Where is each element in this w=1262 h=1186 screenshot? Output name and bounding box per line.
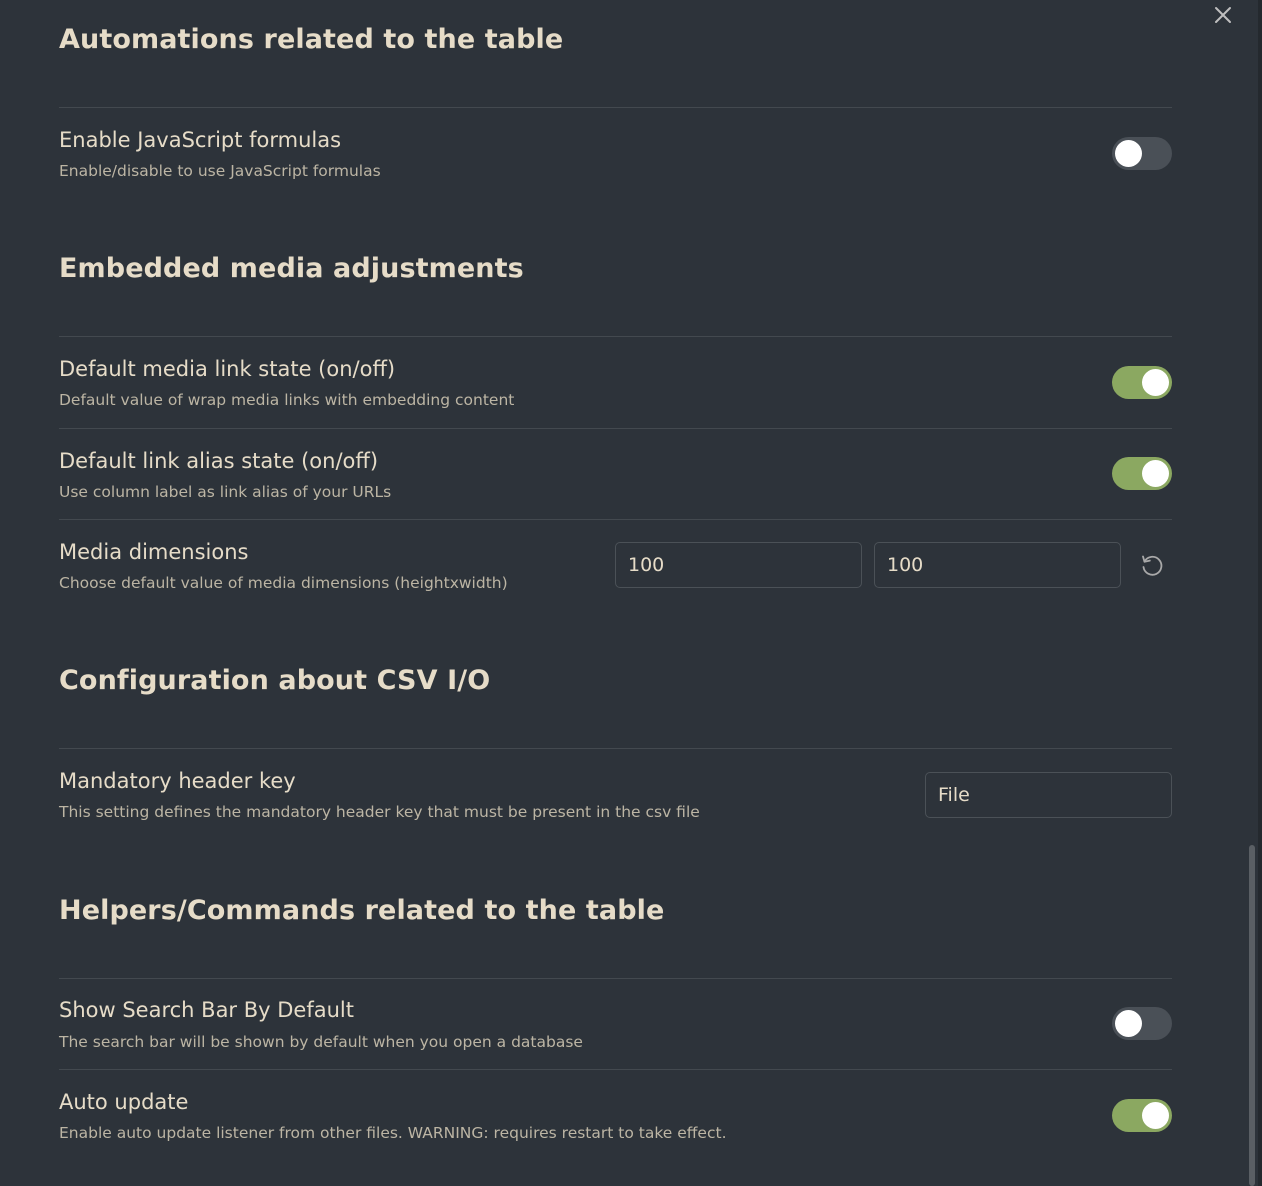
- setting-desc-auto-update: Enable auto update listener from other f…: [59, 1124, 727, 1142]
- setting-desc-media-dimensions: Choose default value of media dimensions…: [59, 574, 508, 592]
- setting-desc-show-search-bar: The search bar will be shown by default …: [59, 1033, 583, 1051]
- media-height-input[interactable]: [615, 542, 862, 588]
- divider: [59, 107, 1172, 108]
- toggle-knob: [1115, 1010, 1142, 1037]
- scrollbar-thumb[interactable]: [1249, 845, 1255, 1186]
- section-title-media: Embedded media adjustments: [59, 253, 524, 284]
- divider: [59, 1069, 1172, 1070]
- setting-desc-mandatory-header-key: This setting defines the mandatory heade…: [59, 803, 700, 821]
- section-title-csv: Configuration about CSV I/O: [59, 665, 491, 696]
- toggle-show-search-bar[interactable]: [1112, 1007, 1172, 1040]
- setting-desc-js-formulas: Enable/disable to use JavaScript formula…: [59, 162, 381, 180]
- setting-name-js-formulas: Enable JavaScript formulas: [59, 128, 342, 152]
- setting-name-auto-update: Auto update: [59, 1090, 189, 1114]
- toggle-knob: [1142, 460, 1169, 487]
- setting-desc-media-link-state: Default value of wrap media links with e…: [59, 391, 515, 409]
- close-button[interactable]: [1208, 2, 1238, 28]
- divider: [59, 519, 1172, 520]
- divider: [59, 978, 1172, 979]
- toggle-auto-update[interactable]: [1112, 1099, 1172, 1132]
- media-width-input[interactable]: [874, 542, 1121, 588]
- settings-page: Automations related to the table Enable …: [0, 0, 1262, 1186]
- setting-name-media-link-state: Default media link state (on/off): [59, 357, 396, 381]
- divider: [59, 748, 1172, 749]
- divider: [59, 428, 1172, 429]
- setting-name-show-search-bar: Show Search Bar By Default: [59, 998, 354, 1022]
- section-title-automations: Automations related to the table: [59, 24, 564, 55]
- toggle-knob: [1142, 369, 1169, 396]
- mandatory-header-key-input[interactable]: [925, 772, 1172, 818]
- toggle-media-link-state[interactable]: [1112, 366, 1172, 399]
- reset-icon: [1142, 555, 1163, 576]
- section-title-helpers: Helpers/Commands related to the table: [59, 895, 665, 926]
- setting-name-mandatory-header-key: Mandatory header key: [59, 769, 296, 793]
- reset-dimensions-button[interactable]: [1136, 549, 1168, 581]
- divider: [59, 336, 1172, 337]
- toggle-link-alias-state[interactable]: [1112, 457, 1172, 490]
- toggle-knob: [1142, 1102, 1169, 1129]
- setting-desc-link-alias-state: Use column label as link alias of your U…: [59, 483, 392, 501]
- setting-name-media-dimensions: Media dimensions: [59, 540, 249, 564]
- toggle-js-formulas[interactable]: [1112, 137, 1172, 170]
- setting-name-link-alias-state: Default link alias state (on/off): [59, 449, 379, 473]
- window-edge: [1258, 0, 1262, 1186]
- close-icon: [1215, 7, 1231, 23]
- toggle-knob: [1115, 140, 1142, 167]
